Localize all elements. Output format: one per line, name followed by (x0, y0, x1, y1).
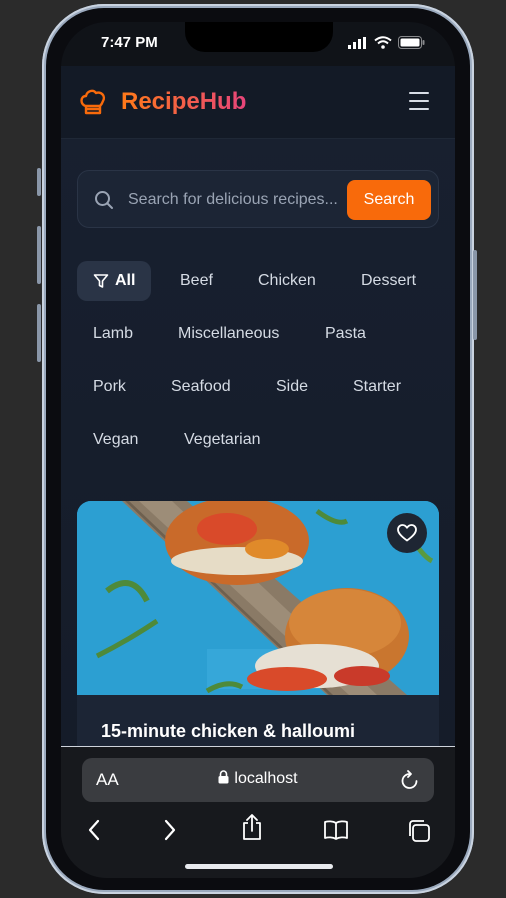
category-chip-seafood[interactable]: Seafood (155, 367, 247, 407)
share-icon[interactable] (241, 813, 263, 841)
favorite-button[interactable] (387, 513, 427, 553)
bookmarks-icon[interactable] (323, 819, 349, 841)
category-chip-beef[interactable]: Beef (164, 261, 229, 301)
category-chip-vegetarian[interactable]: Vegetarian (168, 420, 277, 460)
recipe-image[interactable] (77, 501, 439, 695)
category-chip-vegan[interactable]: Vegan (77, 420, 154, 460)
url-host: localhost (234, 770, 298, 787)
browser-toolbar (61, 814, 455, 853)
search-input[interactable] (126, 179, 354, 221)
recipe-app: RecipeHub Search All Beef Chicken Desser… (61, 66, 455, 801)
signal-icon (348, 36, 366, 49)
category-chip-dessert[interactable]: Dessert (345, 261, 432, 301)
lock-icon (218, 770, 229, 784)
chef-hat-icon (80, 89, 106, 115)
volume-down-button (37, 304, 41, 362)
wifi-icon (374, 36, 392, 49)
silent-switch (37, 168, 41, 196)
category-chip-pork[interactable]: Pork (77, 367, 142, 407)
notch (185, 22, 333, 52)
phone-screen: 7:47 PM RecipeHub Search All (61, 22, 455, 878)
category-chip-lamb[interactable]: Lamb (77, 314, 149, 354)
search-button[interactable]: Search (347, 180, 431, 220)
filter-icon (93, 274, 109, 288)
address-bar[interactable]: AA localhost (82, 758, 434, 802)
back-icon[interactable] (87, 819, 101, 841)
power-button (473, 250, 477, 340)
search-icon (95, 191, 113, 209)
search-bar: Search (77, 170, 439, 228)
tabs-icon[interactable] (407, 819, 431, 843)
category-chip-miscellaneous[interactable]: Miscellaneous (162, 314, 295, 354)
status-time: 7:47 PM (101, 34, 158, 51)
browser-chrome: AA localhost (61, 746, 455, 878)
category-chip-starter[interactable]: Starter (337, 367, 417, 407)
category-chip-all[interactable]: All (77, 261, 152, 301)
category-chip-pasta[interactable]: Pasta (309, 314, 382, 354)
recipe-title[interactable]: 15-minute chicken & halloumi (101, 721, 355, 742)
reload-icon[interactable] (400, 769, 420, 791)
category-chip-chicken[interactable]: Chicken (242, 261, 332, 301)
hamburger-menu-icon[interactable] (409, 92, 429, 110)
forward-icon[interactable] (163, 819, 177, 841)
volume-up-button (37, 226, 41, 284)
app-header: RecipeHub (61, 66, 455, 139)
category-chip-side[interactable]: Side (260, 367, 324, 407)
heart-icon (397, 524, 417, 542)
battery-icon (398, 36, 425, 49)
app-logo-text[interactable]: RecipeHub (121, 88, 246, 116)
home-indicator (185, 864, 333, 869)
